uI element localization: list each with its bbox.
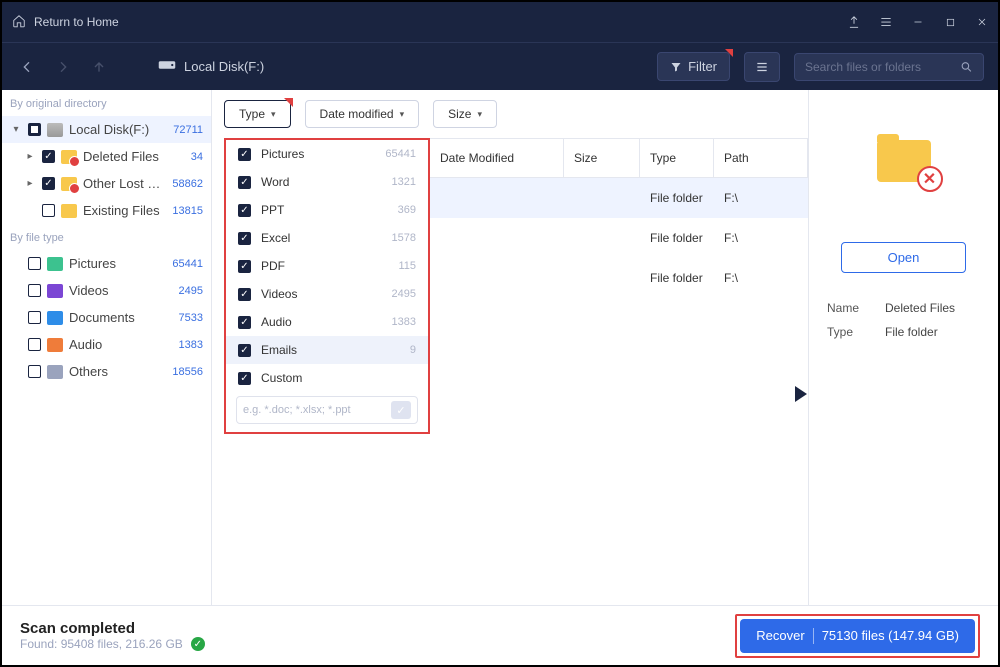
col-type[interactable]: Type xyxy=(640,139,714,177)
close-icon[interactable] xyxy=(966,2,998,42)
custom-ext-confirm[interactable]: ✓ xyxy=(391,401,411,419)
menu-icon[interactable] xyxy=(870,2,902,42)
filter-button[interactable]: Filter xyxy=(657,52,730,81)
type-filter-pill[interactable]: Type▾ xyxy=(224,100,291,128)
forward-button xyxy=(52,56,74,78)
type-option-pictures[interactable]: Pictures65441 xyxy=(226,140,428,168)
breadcrumb[interactable]: Local Disk(F:) xyxy=(158,59,264,74)
recover-info: 75130 files (147.94 GB) xyxy=(822,628,959,643)
minimize-icon[interactable] xyxy=(902,2,934,42)
sidebar-type-others[interactable]: Others18556 xyxy=(2,358,211,385)
table-body: File folderF:\File folderF:\File folderF… xyxy=(430,178,808,298)
sidebar-item-deleted-files[interactable]: ▸Deleted Files34 xyxy=(2,143,211,170)
col-size[interactable]: Size xyxy=(564,139,640,177)
meta-name-key: Name xyxy=(827,301,885,315)
type-option-word[interactable]: Word1321 xyxy=(226,168,428,196)
type-option-ppt[interactable]: PPT369 xyxy=(226,196,428,224)
toolbar: Local Disk(F:) Filter xyxy=(2,42,998,90)
table-row[interactable]: File folderF:\ xyxy=(430,178,808,218)
maximize-icon[interactable] xyxy=(934,2,966,42)
type-option-videos[interactable]: Videos2495 xyxy=(226,280,428,308)
col-date[interactable]: Date Modified xyxy=(430,139,564,177)
sidebar-type-audio[interactable]: Audio1383 xyxy=(2,331,211,358)
sidebar-type-pictures[interactable]: Pictures65441 xyxy=(2,250,211,277)
sidebar-type-documents[interactable]: Documents7533 xyxy=(2,304,211,331)
location-label: Local Disk(F:) xyxy=(184,59,264,74)
expand-icon[interactable] xyxy=(795,386,807,402)
up-button xyxy=(88,56,110,78)
footer: Scan completed Found: 95408 files, 216.2… xyxy=(2,605,998,665)
meta-type-key: Type xyxy=(827,325,885,339)
search-icon xyxy=(960,60,973,74)
type-option-audio[interactable]: Audio1383 xyxy=(226,308,428,336)
meta-name-value: Deleted Files xyxy=(885,301,955,315)
type-option-custom[interactable]: Custom xyxy=(226,364,428,392)
table-header: Date Modified Size Type Path xyxy=(430,138,808,178)
table-row[interactable]: File folderF:\ xyxy=(430,258,808,298)
type-option-pdf[interactable]: PDF115 xyxy=(226,252,428,280)
recover-button[interactable]: Recover 75130 files (147.94 GB) xyxy=(740,619,975,653)
search-box[interactable] xyxy=(794,53,984,81)
type-option-excel[interactable]: Excel1578 xyxy=(226,224,428,252)
recover-highlight: Recover 75130 files (147.94 GB) xyxy=(735,614,980,658)
sidebar: By original directory ▾Local Disk(F:)727… xyxy=(2,90,212,605)
filters-row: Type▾ Date modified▾ Size▾ xyxy=(212,90,808,138)
folder-error-icon: ✕ xyxy=(877,140,931,182)
view-menu-button[interactable] xyxy=(744,52,780,82)
open-button[interactable]: Open xyxy=(841,242,967,273)
scan-status-sub: Found: 95408 files, 216.26 GB xyxy=(20,637,183,651)
type-filter-panel: Pictures65441Word1321PPT369Excel1578PDF1… xyxy=(224,138,430,434)
recover-label: Recover xyxy=(756,628,804,643)
search-input[interactable] xyxy=(805,60,960,74)
sidebar-heading-directory: By original directory xyxy=(2,90,211,116)
check-icon: ✓ xyxy=(191,637,205,651)
titlebar: Return to Home xyxy=(2,2,998,42)
preview-pane: ✕ Open NameDeleted Files TypeFile folder xyxy=(808,90,998,605)
disk-icon xyxy=(158,59,176,74)
sidebar-item-existing-files[interactable]: Existing Files13815 xyxy=(2,197,211,224)
sidebar-type-videos[interactable]: Videos2495 xyxy=(2,277,211,304)
home-icon[interactable] xyxy=(12,14,26,31)
custom-ext-input-row: ✓ xyxy=(236,396,418,424)
table-row[interactable]: File folderF:\ xyxy=(430,218,808,258)
custom-ext-input[interactable] xyxy=(243,404,385,416)
funnel-icon xyxy=(670,61,682,73)
date-filter-pill[interactable]: Date modified▾ xyxy=(305,100,420,128)
filter-label: Filter xyxy=(688,59,717,74)
size-filter-pill[interactable]: Size▾ xyxy=(433,100,497,128)
type-option-emails[interactable]: Emails9 xyxy=(226,336,428,364)
return-home-link[interactable]: Return to Home xyxy=(34,15,119,29)
sidebar-item-other-lost-files[interactable]: ▸Other Lost Files58862 xyxy=(2,170,211,197)
back-button[interactable] xyxy=(16,56,38,78)
meta-type-value: File folder xyxy=(885,325,938,339)
sidebar-heading-filetype: By file type xyxy=(2,224,211,250)
scan-status-title: Scan completed xyxy=(20,620,205,637)
share-icon[interactable] xyxy=(838,2,870,42)
col-path[interactable]: Path xyxy=(714,139,808,177)
sidebar-item-local-disk-f-[interactable]: ▾Local Disk(F:)72711 xyxy=(2,116,211,143)
